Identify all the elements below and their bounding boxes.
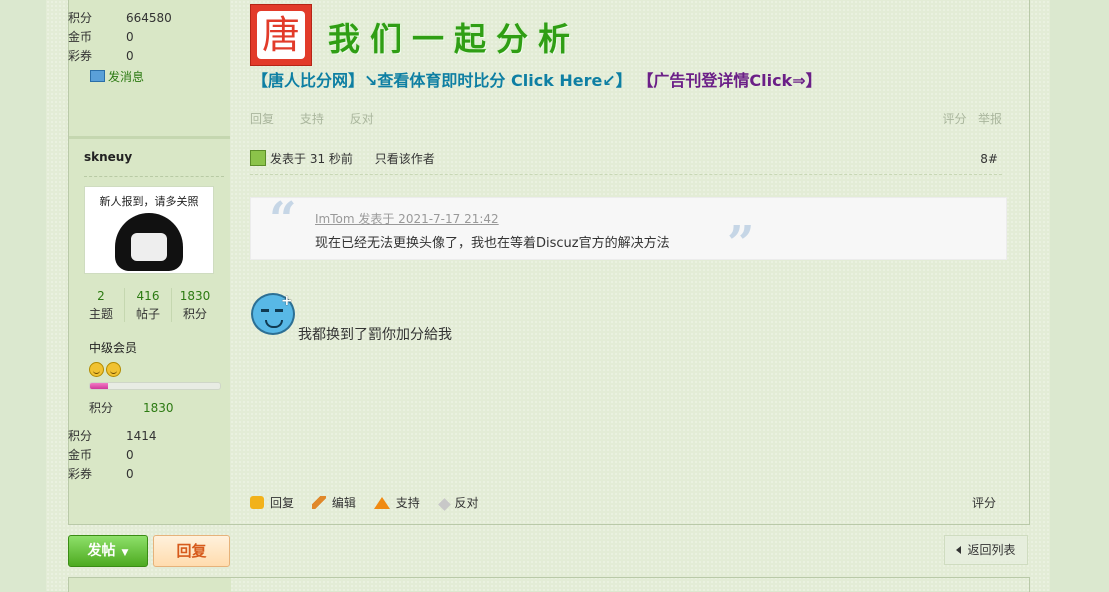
reply-action[interactable]: 回复 — [250, 493, 294, 513]
stat-label: 彩券 — [68, 49, 93, 63]
stat-label: 彩券 — [68, 467, 93, 481]
count-label: 帖子 — [135, 307, 160, 321]
count-label: 主题 — [88, 307, 113, 321]
arrow-up-icon — [373, 497, 390, 509]
pencil-icon — [311, 496, 326, 509]
ad-link-scores[interactable]: 【唐人比分网】↘查看体育即时比分 Click Here↙】 — [252, 71, 632, 90]
oppose-label: 反对 — [454, 496, 479, 510]
stat-label: 积分 — [68, 429, 93, 443]
send-message-label: 发消息 — [108, 70, 145, 84]
back-to-list-button[interactable]: 返回列表 — [944, 535, 1028, 565]
rank-progress-fill — [90, 383, 109, 389]
prev-oppose-link[interactable]: 反对 — [350, 110, 374, 127]
rank-stars — [89, 362, 123, 380]
stat-value: 0 — [126, 448, 134, 462]
count-credits[interactable]: 1830 积分 — [172, 288, 218, 324]
count-label: 积分 — [182, 307, 207, 321]
emoji-mouth — [265, 320, 283, 328]
count-posts[interactable]: 416 帖子 — [125, 288, 171, 324]
author-username[interactable]: skneuy — [84, 150, 132, 164]
new-post-button[interactable]: 发帖 ▼ — [68, 535, 148, 567]
post-body: 我都换到了罰你加分給我 — [298, 327, 452, 343]
reply-icon — [250, 496, 264, 509]
crying-emoji-icon: + — [251, 293, 295, 335]
stat-lottery: 彩券 0 — [68, 465, 134, 483]
stat-label: 积分 — [68, 11, 93, 25]
prev-reply-link[interactable]: 回复 — [250, 110, 274, 127]
avatar-face — [131, 233, 167, 261]
stat-credits: 积分 1414 — [68, 427, 157, 445]
count-number: 2 — [97, 289, 105, 303]
prev-stat-credits: 积分 664580 — [68, 9, 172, 27]
online-status-icon — [250, 150, 266, 166]
post-actions: 回复 编辑 支持 反对 评分 — [250, 493, 1002, 513]
edit-label: 编辑 — [331, 496, 356, 510]
close-quote-icon: ” — [727, 216, 755, 272]
user-rank[interactable]: 中级会员 — [89, 339, 137, 356]
prev-stat-gold: 金币 0 — [68, 28, 134, 46]
reply-button[interactable]: 回复 — [153, 535, 230, 567]
prev-support-link[interactable]: 支持 — [300, 110, 324, 127]
stat-label: 金币 — [68, 448, 93, 462]
next-post-sidebar — [69, 578, 231, 592]
edit-action[interactable]: 编辑 — [311, 493, 356, 513]
quote-header[interactable]: ImTom 发表于 2021-7-17 21:42 — [315, 210, 499, 227]
smiley-icon — [106, 362, 121, 377]
stat-value: 0 — [126, 49, 134, 63]
stat-gold: 金币 0 — [68, 446, 134, 464]
stat-value: 1414 — [126, 429, 157, 443]
tangren-logo[interactable]: 唐 — [250, 4, 312, 66]
prev-report-link[interactable]: 举报 — [978, 112, 1002, 126]
oppose-action[interactable]: 反对 — [437, 493, 479, 513]
logo-char: 唐 — [257, 11, 305, 59]
chevron-down-icon: ▼ — [121, 548, 129, 558]
credit-label: 积分 — [89, 401, 114, 415]
stat-value: 0 — [126, 30, 134, 44]
next-post-container — [68, 577, 1030, 592]
prev-stat-lottery: 彩券 0 — [68, 47, 134, 65]
avatar-caption: 新人报到，请多关照 — [99, 195, 199, 208]
new-post-label: 发帖 — [87, 543, 116, 559]
prev-post-actions: 回复 支持 反对 评分 举报 — [250, 110, 1002, 127]
back-label: 返回列表 — [967, 543, 1016, 557]
rate-action[interactable]: 评分 — [972, 493, 996, 513]
quote-block: “ ImTom 发表于 2021-7-17 21:42 现在已经无法更换头像了，… — [250, 192, 1007, 272]
banner-slogan: 我们一起分析 — [328, 20, 581, 58]
chevron-left-icon — [956, 546, 962, 554]
avatar[interactable]: 新人报到，请多关照 — [84, 186, 214, 274]
count-number: 1830 — [179, 289, 211, 303]
emoji-plus: + — [281, 293, 293, 309]
floor-number[interactable]: 8# — [980, 148, 998, 170]
credit-row: 积分 1830 — [89, 399, 174, 416]
open-quote-icon: “ — [269, 192, 297, 248]
arrow-down-icon — [437, 498, 451, 511]
count-number: 416 — [136, 289, 160, 303]
reply-label: 回复 — [270, 496, 295, 510]
send-message-link[interactable]: 发消息 — [90, 68, 144, 85]
ad-line: 【唐人比分网】↘查看体育即时比分 Click Here↙】 【广告刊登详情Cli… — [252, 67, 822, 91]
stat-value: 664580 — [126, 11, 172, 25]
ad-link-advertise[interactable]: 【广告刊登详情Click⇒】 — [637, 71, 821, 90]
support-action[interactable]: 支持 — [373, 493, 420, 513]
count-threads[interactable]: 2 主题 — [78, 288, 124, 324]
support-label: 支持 — [395, 496, 420, 510]
smiley-icon — [89, 362, 104, 377]
prev-right-actions: 评分 举报 — [943, 110, 1002, 127]
prev-rate-link[interactable]: 评分 — [943, 112, 967, 126]
view-author-only-link[interactable]: 只看该作者 — [375, 152, 435, 166]
rank-progress-bar — [89, 382, 221, 390]
post-meta: 发表于 31 秒前 只看该作者 8# — [250, 148, 1002, 175]
envelope-icon — [90, 70, 105, 82]
quote-text: 现在已经无法更换头像了，我也在等着Discuz官方的解决方法 — [315, 236, 670, 251]
credit-value: 1830 — [143, 401, 174, 415]
stat-value: 0 — [126, 467, 134, 481]
post-time: 发表于 31 秒前 — [270, 152, 353, 166]
stat-label: 金币 — [68, 30, 93, 44]
divider — [84, 176, 224, 177]
